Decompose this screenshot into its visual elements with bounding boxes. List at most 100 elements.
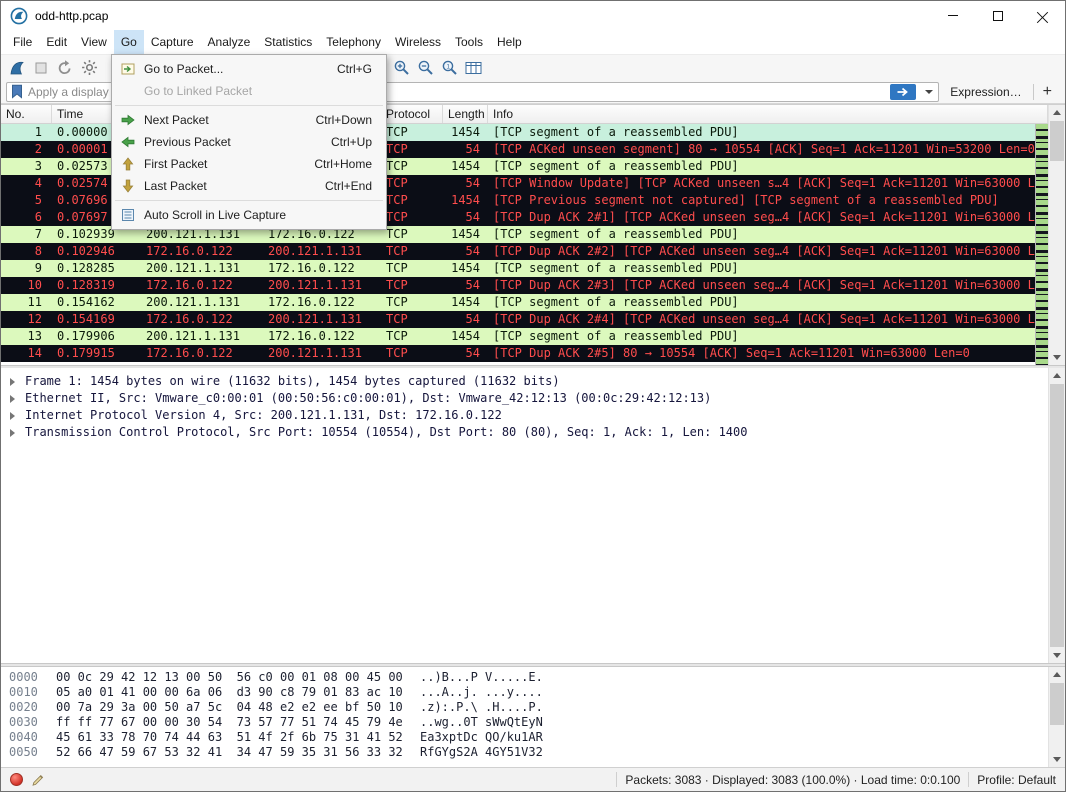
- menubar-item-wireless[interactable]: Wireless: [388, 30, 448, 54]
- expand-chevron-icon[interactable]: [10, 429, 15, 437]
- column-header-length[interactable]: Length: [443, 105, 488, 123]
- packet-row[interactable]: 100.128319172.16.0.122200.121.1.131TCP54…: [1, 277, 1035, 294]
- cell-info: [TCP segment of a reassembled PDU]: [488, 226, 1035, 243]
- hex-offset: 0030: [1, 715, 56, 730]
- menubar-item-edit[interactable]: Edit: [39, 30, 74, 54]
- resize-columns-button[interactable]: [461, 57, 485, 79]
- scroll-down-icon[interactable]: [1049, 350, 1065, 365]
- menu-item-last-packet[interactable]: Last PacketCtrl+End: [112, 175, 386, 197]
- add-filter-button[interactable]: +: [1039, 83, 1060, 101]
- cell-protocol: TCP: [381, 124, 443, 141]
- scroll-down-icon[interactable]: [1049, 752, 1065, 767]
- cell-length: 1454: [443, 260, 488, 277]
- cell-length: 54: [443, 243, 488, 260]
- hex-offset: 0000: [1, 670, 56, 685]
- cell-info: [TCP Dup ACK 2#4] [TCP ACKed unseen seg……: [488, 311, 1035, 328]
- maximize-icon: [993, 11, 1003, 21]
- hex-row: 004045 61 33 78 70 74 44 63 51 4f 2f 6b …: [1, 730, 1065, 745]
- cell-length: 54: [443, 311, 488, 328]
- menu-item-go-to-packet[interactable]: Go to Packet...Ctrl+G: [112, 58, 386, 80]
- cell-no: 10: [1, 277, 52, 294]
- zoom-out-button[interactable]: [413, 57, 437, 79]
- apply-arrow-icon: [896, 87, 910, 97]
- scroll-up-icon[interactable]: [1049, 105, 1065, 120]
- packet-row[interactable]: 120.154169172.16.0.122200.121.1.131TCP54…: [1, 311, 1035, 328]
- zoom-in-button[interactable]: [389, 57, 413, 79]
- menu-item-first-packet[interactable]: First PacketCtrl+Home: [112, 153, 386, 175]
- minimize-icon: [948, 15, 958, 16]
- packet-details-pane: Frame 1: 1454 bytes on wire (11632 bits)…: [1, 368, 1065, 663]
- cell-destination: 200.121.1.131: [263, 345, 381, 362]
- arrow-up-icon: [112, 156, 144, 172]
- capture-comment-icon[interactable]: [31, 773, 45, 787]
- stop-capture-button[interactable]: [29, 57, 53, 79]
- capture-options-button[interactable]: [77, 57, 101, 79]
- scroll-up-icon[interactable]: [1049, 667, 1065, 682]
- resize-columns-icon: [465, 60, 482, 76]
- packet-row[interactable]: 130.179906200.121.1.131172.16.0.122TCP14…: [1, 328, 1035, 345]
- menubar-item-analyze[interactable]: Analyze: [201, 30, 258, 54]
- start-capture-button[interactable]: [5, 57, 29, 79]
- menubar-item-capture[interactable]: Capture: [144, 30, 201, 54]
- expand-chevron-icon[interactable]: [10, 378, 15, 386]
- cell-destination: 172.16.0.122: [263, 260, 381, 277]
- detail-line[interactable]: Ethernet II, Src: Vmware_c0:00:01 (00:50…: [1, 390, 1065, 407]
- menu-separator: [115, 200, 383, 201]
- menubar-item-help[interactable]: Help: [490, 30, 529, 54]
- expand-chevron-icon[interactable]: [10, 412, 15, 420]
- cell-no: 1: [1, 124, 52, 141]
- menu-item-auto-scroll-in-live-capture[interactable]: Auto Scroll in Live Capture: [112, 204, 386, 226]
- hex-row: 000000 0c 29 42 12 13 00 50 56 c0 00 01 …: [1, 670, 1065, 685]
- menubar-item-telephony[interactable]: Telephony: [319, 30, 388, 54]
- hex-offset: 0020: [1, 700, 56, 715]
- packet-list-minimap[interactable]: [1035, 124, 1048, 365]
- filter-history-dropdown[interactable]: [921, 84, 936, 100]
- zoom-100-button[interactable]: 1: [437, 57, 461, 79]
- packet-row[interactable]: 80.102946172.16.0.122200.121.1.131TCP54[…: [1, 243, 1035, 260]
- menubar-item-statistics[interactable]: Statistics: [257, 30, 319, 54]
- detail-line[interactable]: Transmission Control Protocol, Src Port:…: [1, 424, 1065, 441]
- scrollbar-thumb[interactable]: [1050, 121, 1064, 161]
- expression-button[interactable]: Expression…: [944, 85, 1027, 99]
- hex-ascii: ..)B...P V.....E.: [420, 670, 543, 685]
- bookmark-icon[interactable]: [11, 84, 23, 99]
- menubar-item-go[interactable]: Go: [114, 30, 144, 54]
- cell-source: 172.16.0.122: [141, 277, 263, 294]
- cell-length: 54: [443, 175, 488, 192]
- cell-no: 13: [1, 328, 52, 345]
- statusbar: Packets: 3083 · Displayed: 3083 (100.0%)…: [1, 767, 1065, 791]
- scroll-down-icon[interactable]: [1049, 648, 1065, 663]
- expert-info-icon[interactable]: [10, 773, 23, 786]
- menu-item-shortcut: Ctrl+End: [325, 179, 372, 193]
- restart-capture-button[interactable]: [53, 57, 77, 79]
- expand-chevron-icon[interactable]: [10, 395, 15, 403]
- menubar-item-tools[interactable]: Tools: [448, 30, 490, 54]
- packet-row[interactable]: 90.128285200.121.1.131172.16.0.122TCP145…: [1, 260, 1035, 277]
- packet-row[interactable]: 140.179915172.16.0.122200.121.1.131TCP54…: [1, 345, 1035, 362]
- cell-protocol: TCP: [381, 328, 443, 345]
- menubar-item-view[interactable]: View: [74, 30, 114, 54]
- cell-no: 2: [1, 141, 52, 158]
- cell-no: 6: [1, 209, 52, 226]
- menu-item-next-packet[interactable]: Next PacketCtrl+Down: [112, 109, 386, 131]
- detail-line[interactable]: Internet Protocol Version 4, Src: 200.12…: [1, 407, 1065, 424]
- apply-filter-button[interactable]: [890, 84, 916, 100]
- column-header-info[interactable]: Info: [488, 105, 1048, 123]
- maximize-button[interactable]: [975, 1, 1020, 30]
- menubar: FileEditViewGoCaptureAnalyzeStatisticsTe…: [1, 30, 1065, 54]
- detail-line[interactable]: Frame 1: 1454 bytes on wire (11632 bits)…: [1, 373, 1065, 390]
- minimize-button[interactable]: [930, 1, 975, 30]
- close-button[interactable]: [1020, 1, 1065, 30]
- cell-length: 54: [443, 277, 488, 294]
- scrollbar-thumb[interactable]: [1050, 683, 1064, 725]
- hex-scrollbar[interactable]: [1048, 667, 1065, 767]
- column-header-protocol[interactable]: Protocol: [381, 105, 443, 123]
- menu-item-previous-packet[interactable]: Previous PacketCtrl+Up: [112, 131, 386, 153]
- packet-list-scrollbar[interactable]: [1048, 105, 1065, 365]
- profile-label[interactable]: Profile: Default: [977, 773, 1056, 787]
- svg-text:1: 1: [446, 63, 450, 70]
- packet-row[interactable]: 110.154162200.121.1.131172.16.0.122TCP14…: [1, 294, 1035, 311]
- column-header-no[interactable]: No.: [1, 105, 52, 123]
- menubar-item-file[interactable]: File: [6, 30, 39, 54]
- cell-info: [TCP segment of a reassembled PDU]: [488, 124, 1035, 141]
